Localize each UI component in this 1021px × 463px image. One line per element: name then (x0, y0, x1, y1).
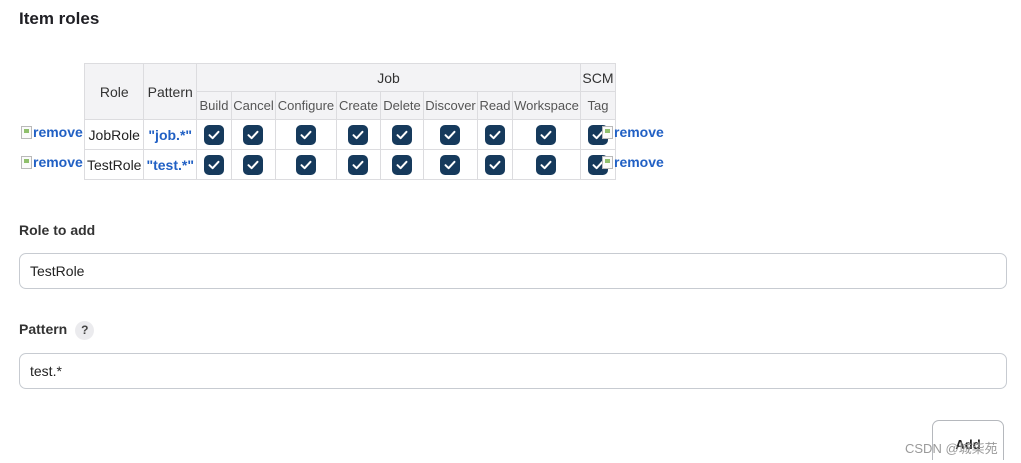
permission-header-read: Read (476, 91, 513, 120)
role-name-cell: JobRole (83, 119, 145, 150)
permission-checkbox-cancel[interactable] (243, 154, 264, 175)
permission-cell (422, 119, 478, 150)
remove-left-testrole[interactable]: remove (21, 153, 83, 171)
permission-cell (511, 119, 581, 150)
permission-checkbox-configure[interactable] (295, 124, 316, 145)
remove-link-label: remove (33, 154, 83, 170)
broken-image-icon (602, 125, 613, 139)
permission-checkbox-delete[interactable] (391, 124, 412, 145)
remove-link-label: remove (614, 154, 664, 170)
permission-cell (476, 119, 513, 150)
pattern-label-row: Pattern? (19, 321, 95, 340)
pattern-label: Pattern (19, 321, 68, 338)
permission-cell (230, 149, 276, 180)
permission-cell (422, 149, 478, 180)
permission-header-tag: Tag (579, 91, 616, 120)
permission-cell (335, 119, 381, 150)
group-header-job: Job (195, 63, 581, 92)
permission-header-delete: Delete (379, 91, 424, 120)
section-title: Item roles (19, 9, 100, 28)
remove-left-jobrole[interactable]: remove (21, 123, 83, 141)
permission-cell (379, 119, 424, 150)
permission-header-discover: Discover (422, 91, 478, 120)
remove-right-jobrole[interactable]: remove (602, 123, 664, 141)
permission-checkbox-build[interactable] (203, 154, 224, 175)
permission-header-build: Build (195, 91, 232, 120)
table-row: JobRole "job.*" (83, 119, 616, 150)
permission-cell (379, 149, 424, 180)
role-column-header: Role (83, 63, 145, 120)
permission-checkbox-workspace[interactable] (536, 154, 557, 175)
role-name-cell: TestRole (83, 149, 145, 180)
pattern-link[interactable]: "job.*" (143, 119, 197, 150)
permission-header-cancel: Cancel (230, 91, 276, 120)
permission-table: Role Pattern Job SCM Build Cancel Config… (83, 63, 616, 180)
permission-checkbox-discover[interactable] (440, 154, 461, 175)
permission-cell (476, 149, 513, 180)
watermark: CSDN @城柒苑 (905, 441, 998, 456)
permission-checkbox-cancel[interactable] (243, 124, 264, 145)
permission-header-create: Create (335, 91, 381, 120)
permission-cell (195, 119, 232, 150)
help-icon[interactable]: ? (75, 321, 95, 340)
permission-cell (335, 149, 381, 180)
permission-checkbox-create[interactable] (348, 154, 369, 175)
permission-checkbox-delete[interactable] (391, 154, 412, 175)
broken-image-icon (21, 155, 32, 169)
permission-checkbox-create[interactable] (348, 124, 369, 145)
permission-cell (274, 119, 337, 150)
permission-cell (274, 149, 337, 180)
permission-cell (230, 119, 276, 150)
permission-cell (511, 149, 581, 180)
role-to-add-input[interactable] (19, 253, 1007, 289)
remove-link-label: remove (614, 124, 664, 140)
role-to-add-label: Role to add (19, 222, 96, 238)
pattern-link[interactable]: "test.*" (143, 149, 197, 180)
table-row: TestRole "test.*" (83, 149, 616, 180)
permission-checkbox-read[interactable] (484, 124, 505, 145)
remove-link-label: remove (33, 124, 83, 140)
pattern-input[interactable] (19, 353, 1007, 389)
permission-cell (195, 149, 232, 180)
permission-checkbox-configure[interactable] (295, 154, 316, 175)
broken-image-icon (21, 125, 32, 139)
group-header-scm: SCM (579, 63, 616, 92)
permission-header-configure: Configure (274, 91, 337, 120)
pattern-column-header: Pattern (143, 63, 197, 120)
permission-header-workspace: Workspace (511, 91, 581, 120)
permission-checkbox-discover[interactable] (440, 124, 461, 145)
permission-checkbox-build[interactable] (203, 124, 224, 145)
remove-right-testrole[interactable]: remove (602, 153, 664, 171)
permission-checkbox-read[interactable] (484, 154, 505, 175)
broken-image-icon (602, 155, 613, 169)
permission-checkbox-workspace[interactable] (536, 124, 557, 145)
